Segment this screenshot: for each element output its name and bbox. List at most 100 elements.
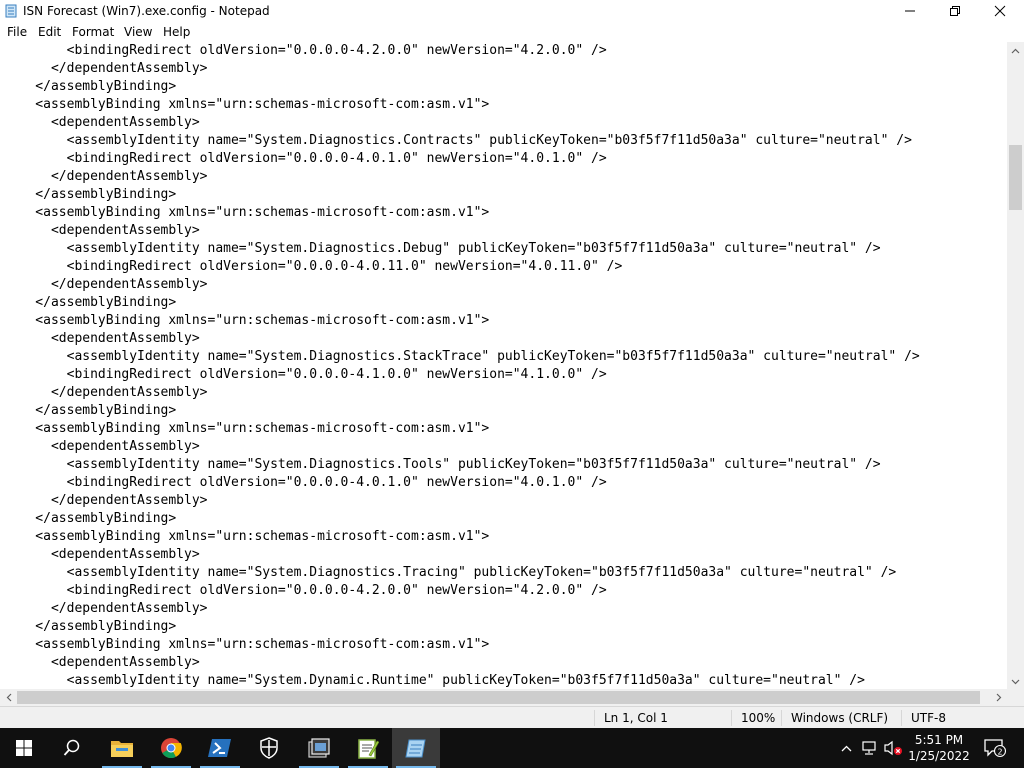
code-line[interactable]: </assemblyBinding> bbox=[0, 618, 920, 636]
clock[interactable]: 5:51 PM 1/25/2022 bbox=[898, 730, 980, 766]
start-button[interactable] bbox=[0, 728, 48, 768]
task-view-icon bbox=[308, 738, 330, 758]
code-line[interactable]: <bindingRedirect oldVersion="0.0.0.0-4.0… bbox=[0, 258, 920, 276]
code-line[interactable]: <assemblyBinding xmlns="urn:schemas-micr… bbox=[0, 96, 920, 114]
shield-icon bbox=[260, 737, 278, 759]
zoom-level: 100% bbox=[741, 711, 776, 725]
menu-view[interactable]: View bbox=[124, 25, 152, 39]
code-line[interactable]: </assemblyBinding> bbox=[0, 402, 920, 420]
search-button[interactable] bbox=[48, 728, 96, 768]
code-line[interactable]: <bindingRedirect oldVersion="0.0.0.0-4.2… bbox=[0, 582, 920, 600]
code-line[interactable]: <assemblyIdentity name="System.Diagnosti… bbox=[0, 240, 920, 258]
file-explorer-button[interactable] bbox=[98, 728, 146, 768]
scroll-right-button[interactable] bbox=[990, 689, 1007, 706]
code-line[interactable]: <assemblyBinding xmlns="urn:schemas-micr… bbox=[0, 528, 920, 546]
windows-logo-icon bbox=[16, 740, 32, 756]
code-line[interactable]: <assemblyIdentity name="System.Diagnosti… bbox=[0, 132, 920, 150]
code-line[interactable]: <dependentAssembly> bbox=[0, 546, 920, 564]
status-separator bbox=[781, 710, 782, 726]
vertical-scrollbar[interactable] bbox=[1007, 42, 1024, 690]
code-line[interactable]: <assemblyBinding xmlns="urn:schemas-micr… bbox=[0, 204, 920, 222]
task-view-button[interactable] bbox=[295, 728, 343, 768]
code-line[interactable]: <assemblyBinding xmlns="urn:schemas-micr… bbox=[0, 312, 920, 330]
notepad-plus-button[interactable] bbox=[344, 728, 392, 768]
chevron-down-icon bbox=[1011, 679, 1020, 684]
scroll-up-button[interactable] bbox=[1007, 42, 1024, 59]
code-line[interactable]: <assemblyBinding xmlns="urn:schemas-micr… bbox=[0, 636, 920, 654]
code-line[interactable]: </dependentAssembly> bbox=[0, 60, 920, 78]
scroll-down-button[interactable] bbox=[1007, 673, 1024, 690]
restore-button[interactable] bbox=[932, 0, 978, 22]
notepad-taskbar-button[interactable] bbox=[392, 728, 440, 768]
code-line[interactable]: <assemblyIdentity name="System.Dynamic.R… bbox=[0, 672, 920, 690]
windows-security-button[interactable] bbox=[245, 728, 293, 768]
chrome-icon bbox=[161, 738, 182, 759]
network-button[interactable] bbox=[858, 728, 880, 768]
code-line[interactable]: <dependentAssembly> bbox=[0, 222, 920, 240]
code-line[interactable]: <assemblyIdentity name="System.Diagnosti… bbox=[0, 564, 920, 582]
horizontal-scroll-thumb[interactable] bbox=[17, 691, 980, 704]
cursor-position: Ln 1, Col 1 bbox=[604, 711, 668, 725]
notepad-icon bbox=[405, 739, 426, 758]
notification-icon: 2 bbox=[984, 739, 1006, 758]
notepad-window: ISN Forecast (Win7).exe.config - Notepad… bbox=[0, 0, 1024, 728]
code-line[interactable]: </assemblyBinding> bbox=[0, 186, 920, 204]
window-title: ISN Forecast (Win7).exe.config - Notepad bbox=[23, 4, 270, 18]
minimize-button[interactable] bbox=[887, 0, 933, 22]
code-line[interactable]: <dependentAssembly> bbox=[0, 330, 920, 348]
menu-edit[interactable]: Edit bbox=[38, 25, 61, 39]
menu-help[interactable]: Help bbox=[163, 25, 190, 39]
close-icon bbox=[994, 5, 1006, 17]
chrome-button[interactable] bbox=[147, 728, 195, 768]
menu-file[interactable]: File bbox=[7, 25, 27, 39]
minimize-icon bbox=[905, 10, 915, 12]
code-line[interactable]: <assemblyIdentity name="System.Diagnosti… bbox=[0, 348, 920, 366]
code-line[interactable]: <bindingRedirect oldVersion="0.0.0.0-4.0… bbox=[0, 474, 920, 492]
close-button[interactable] bbox=[977, 0, 1023, 22]
network-icon bbox=[862, 741, 876, 755]
code-line[interactable]: <dependentAssembly> bbox=[0, 438, 920, 456]
restore-icon bbox=[950, 6, 960, 16]
action-center-button[interactable]: 2 bbox=[980, 728, 1010, 768]
code-line[interactable]: <assemblyBinding xmlns="urn:schemas-micr… bbox=[0, 420, 920, 438]
code-line[interactable]: </dependentAssembly> bbox=[0, 600, 920, 618]
horizontal-scrollbar[interactable] bbox=[0, 689, 1007, 706]
encoding: UTF-8 bbox=[911, 711, 946, 725]
scroll-left-button[interactable] bbox=[0, 689, 17, 706]
code-line[interactable]: <bindingRedirect oldVersion="0.0.0.0-4.1… bbox=[0, 366, 920, 384]
code-line[interactable]: </dependentAssembly> bbox=[0, 168, 920, 186]
chevron-left-icon bbox=[6, 693, 11, 702]
code-line[interactable]: </dependentAssembly> bbox=[0, 492, 920, 510]
scroll-corner bbox=[1007, 689, 1024, 706]
show-hidden-icons-button[interactable] bbox=[836, 728, 856, 768]
code-line[interactable]: </dependentAssembly> bbox=[0, 276, 920, 294]
clock-time: 5:51 PM bbox=[914, 733, 964, 747]
status-separator bbox=[594, 710, 595, 726]
clock-date: 1/25/2022 bbox=[908, 749, 970, 763]
menu-format[interactable]: Format bbox=[72, 25, 114, 39]
code-line[interactable]: <assemblyIdentity name="System.Diagnosti… bbox=[0, 456, 920, 474]
code-line[interactable]: <bindingRedirect oldVersion="0.0.0.0-4.2… bbox=[0, 42, 920, 60]
text-editor[interactable]: <bindingRedirect oldVersion="0.0.0.0-4.2… bbox=[0, 42, 1008, 690]
powershell-button[interactable] bbox=[196, 728, 244, 768]
status-bar: Ln 1, Col 1 100% Windows (CRLF) UTF-8 bbox=[0, 706, 1024, 728]
editor-content[interactable]: <bindingRedirect oldVersion="0.0.0.0-4.2… bbox=[0, 42, 920, 690]
code-line[interactable]: </assemblyBinding> bbox=[0, 294, 920, 312]
chevron-up-icon bbox=[1011, 48, 1020, 53]
code-line[interactable]: </dependentAssembly> bbox=[0, 384, 920, 402]
notepad-plus-icon bbox=[358, 739, 379, 759]
code-line[interactable]: </assemblyBinding> bbox=[0, 78, 920, 96]
powershell-icon bbox=[208, 739, 231, 757]
chevron-right-icon bbox=[996, 693, 1001, 702]
status-separator bbox=[731, 710, 732, 726]
vertical-scroll-thumb[interactable] bbox=[1009, 145, 1022, 210]
line-ending: Windows (CRLF) bbox=[791, 711, 889, 725]
chevron-up-icon bbox=[841, 745, 851, 751]
title-bar[interactable]: ISN Forecast (Win7).exe.config - Notepad bbox=[0, 0, 1024, 22]
menu-bar: File Edit Format View Help bbox=[0, 22, 1024, 42]
code-line[interactable]: <dependentAssembly> bbox=[0, 114, 920, 132]
code-line[interactable]: <bindingRedirect oldVersion="0.0.0.0-4.0… bbox=[0, 150, 920, 168]
file-explorer-icon bbox=[111, 741, 133, 757]
code-line[interactable]: <dependentAssembly> bbox=[0, 654, 920, 672]
code-line[interactable]: </assemblyBinding> bbox=[0, 510, 920, 528]
